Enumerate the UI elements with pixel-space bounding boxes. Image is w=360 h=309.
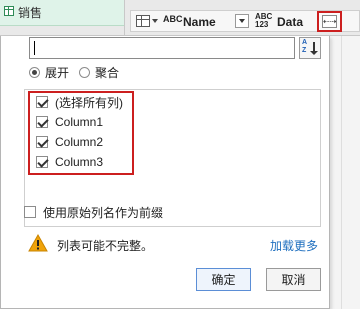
table-menu-chevron-icon[interactable]: [152, 19, 158, 23]
query-item-label: 销售: [18, 6, 43, 20]
column-header-data[interactable]: Data: [277, 15, 303, 29]
table-icon: [4, 6, 14, 16]
radio-aggregate-button[interactable]: [79, 66, 90, 78]
ok-button[interactable]: 确定: [196, 268, 251, 291]
column-header-name[interactable]: Name: [183, 15, 216, 29]
expand-column-popup: AZ 展开 聚合 (选择所有列) Column1 Column2 Column3…: [0, 36, 330, 309]
radio-expand-label: 展开: [45, 65, 70, 80]
search-columns-input[interactable]: [29, 37, 295, 59]
radio-expand[interactable]: 展开: [29, 64, 69, 80]
sort-button[interactable]: AZ: [299, 37, 321, 59]
warning-icon: [28, 234, 48, 252]
radio-aggregate-label: 聚合: [95, 65, 120, 80]
abc-text-icon[interactable]: ABC: [163, 15, 183, 24]
table-menu-icon[interactable]: [136, 15, 150, 27]
use-prefix-label: 使用原始列名作为前缀: [43, 205, 164, 220]
load-more-link[interactable]: 加载更多: [270, 237, 318, 254]
data-grid-bg: [330, 36, 360, 309]
expand-columns-icon: ⇠⇢: [322, 15, 337, 28]
grid-line: [341, 36, 342, 309]
sort-arrow-icon: [310, 42, 318, 55]
column-name-filter-dropdown[interactable]: [235, 14, 249, 28]
abc123-any-icon[interactable]: ABC 123: [255, 13, 272, 29]
radio-aggregate[interactable]: 聚合: [79, 64, 119, 80]
highlight-annotation: [28, 91, 134, 175]
use-prefix-option[interactable]: 使用原始列名作为前缀: [24, 204, 163, 220]
cancel-button[interactable]: 取消: [266, 268, 321, 291]
expand-column-button[interactable]: ⇠⇢: [317, 11, 342, 32]
query-item-sales[interactable]: 销售: [0, 0, 124, 26]
use-prefix-checkbox[interactable]: [24, 206, 36, 218]
sort-az-icon: AZ: [302, 39, 308, 54]
warning-message: 列表可能不完整。: [57, 239, 154, 253]
radio-expand-button[interactable]: [29, 66, 40, 78]
text-caret: [34, 41, 35, 55]
